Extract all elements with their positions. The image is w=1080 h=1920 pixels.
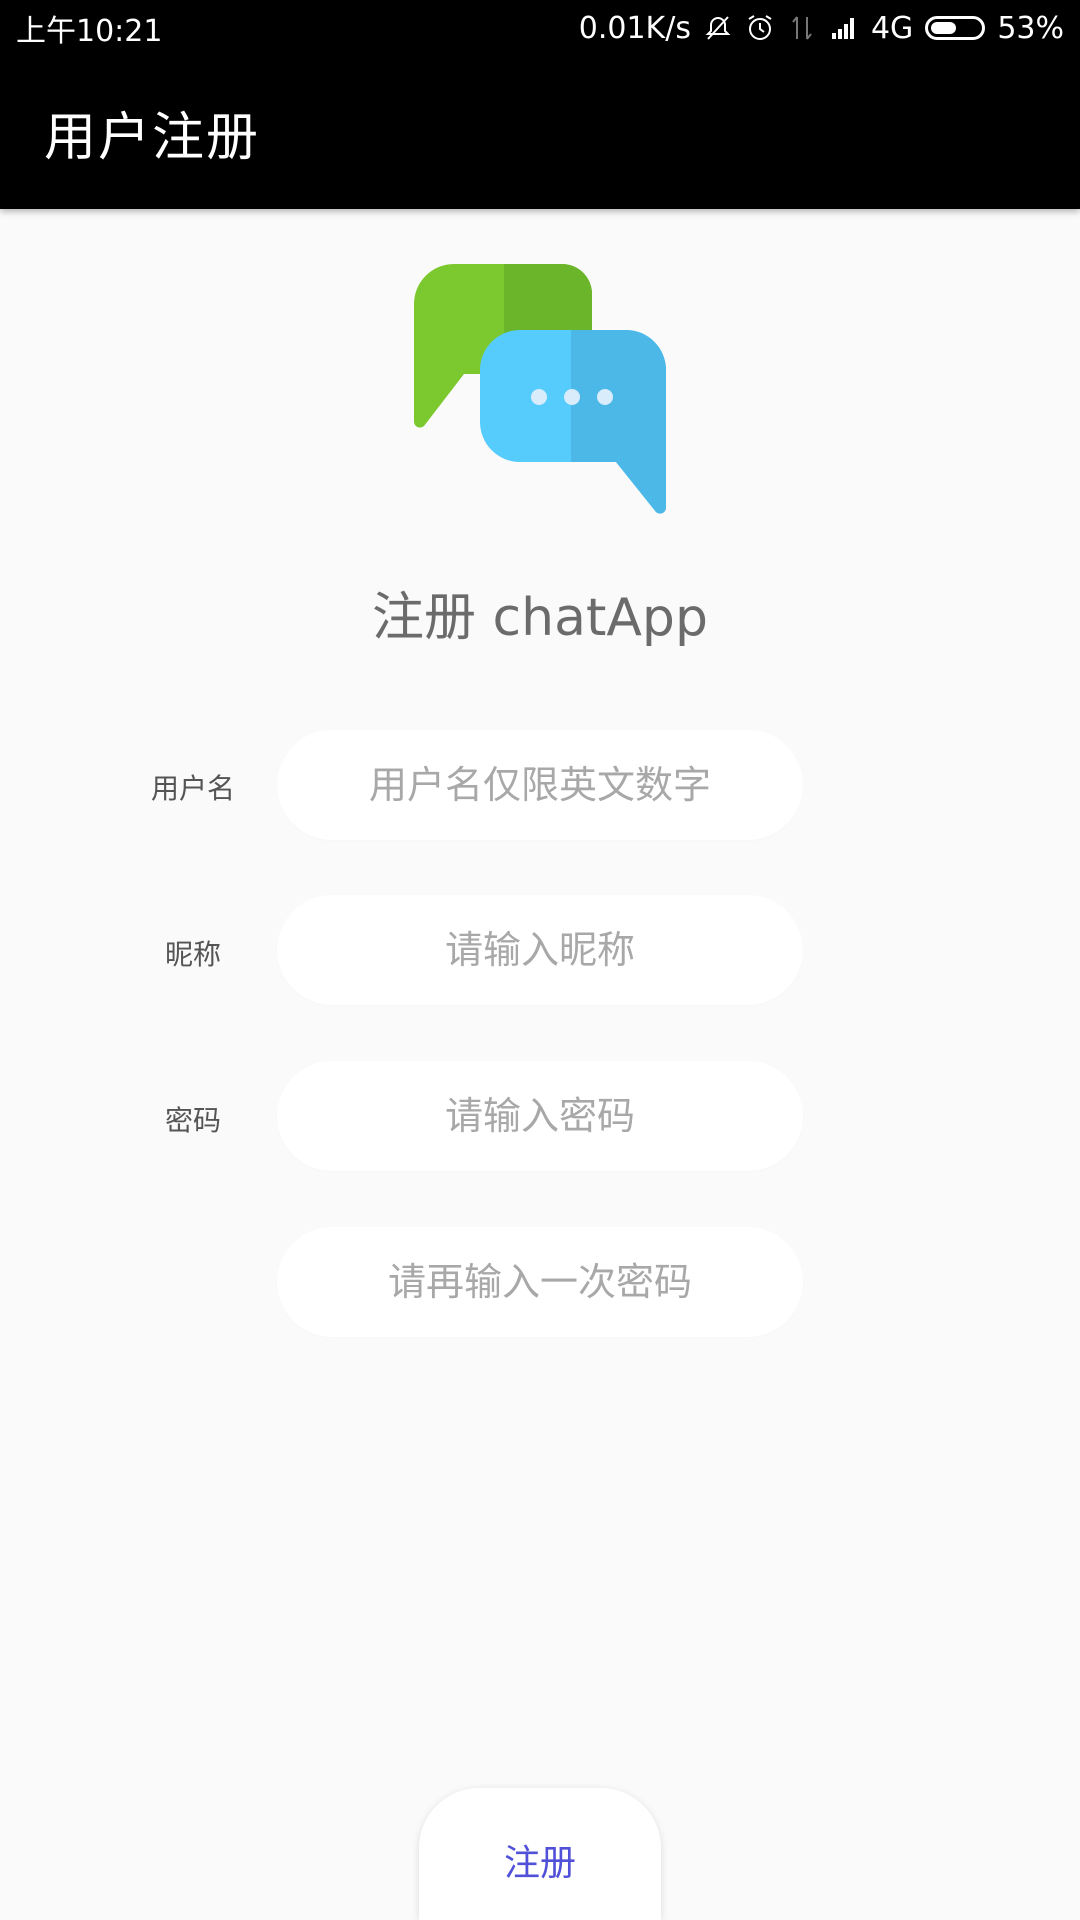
- username-input[interactable]: [277, 730, 803, 840]
- status-bar: 上午10:21 0.01K/s 4G 53%: [0, 0, 1080, 56]
- alarm-icon: [748, 15, 772, 40]
- page-title: 用户注册: [44, 108, 261, 168]
- net-speed: 0.01K/s: [578, 10, 691, 46]
- battery-fill: [931, 22, 957, 34]
- data-arrows-icon: [792, 16, 812, 40]
- password-input[interactable]: [277, 1061, 803, 1171]
- app-bar: 用户注册: [0, 56, 1080, 209]
- app-heading: 注册 chatApp: [372, 588, 708, 648]
- network-type: 4G: [870, 10, 914, 46]
- register-button[interactable]: 注册: [419, 1788, 661, 1920]
- password-confirm-input[interactable]: [277, 1227, 803, 1337]
- signal-icon: [831, 18, 854, 39]
- username-label: 用户名: [150, 772, 235, 805]
- password-label: 密码: [164, 1104, 221, 1137]
- nickname-input[interactable]: [277, 895, 803, 1005]
- chat-bubbles-icon: [414, 264, 666, 514]
- register-button-label: 注册: [503, 1843, 576, 1884]
- status-right-group: 0.01K/s 4G 53%: [579, 11, 1064, 46]
- mute-icon: [705, 16, 731, 40]
- battery-percent: 53%: [997, 10, 1064, 46]
- battery-icon: [925, 16, 986, 40]
- status-time: 上午10:21: [16, 14, 163, 49]
- nickname-label: 昵称: [164, 938, 221, 971]
